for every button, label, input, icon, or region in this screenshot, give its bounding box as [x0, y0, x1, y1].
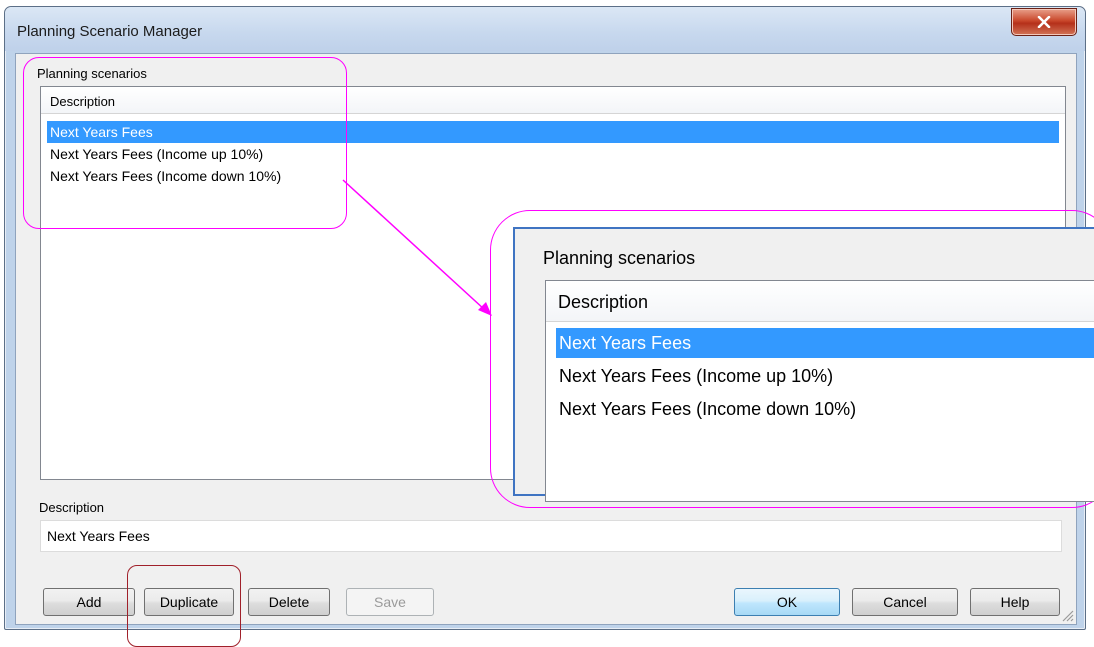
cancel-button[interactable]: Cancel	[852, 588, 958, 616]
duplicate-highlight	[127, 565, 241, 647]
close-button[interactable]	[1011, 8, 1077, 36]
zoomed-list-item: Next Years Fees (Income up 10%)	[559, 366, 834, 386]
zoomed-planning-scenarios-label: Planning scenarios	[543, 248, 696, 268]
title-bar[interactable]: Planning Scenario Manager	[5, 7, 1085, 51]
delete-button[interactable]: Delete	[248, 588, 330, 616]
window-title: Planning Scenario Manager	[17, 23, 203, 40]
zoomed-list-item: Next Years Fees	[556, 328, 1094, 358]
add-button[interactable]: Add	[43, 588, 135, 616]
zoomed-list-header: Description	[546, 281, 1094, 322]
description-field[interactable]: Next Years Fees	[40, 520, 1062, 552]
zoomed-list-item: Next Years Fees (Income down 10%)	[559, 399, 857, 419]
zoomed-scenario-list: Description Next Years Fees Next Years F…	[545, 280, 1094, 502]
ok-button[interactable]: OK	[734, 588, 840, 616]
resize-grip-icon[interactable]	[1060, 608, 1074, 622]
save-button[interactable]: Save	[346, 588, 434, 616]
close-icon	[1037, 16, 1051, 28]
description-label: Description	[39, 500, 105, 515]
zoomed-scenario-panel: Planning scenarios Description Next Year…	[513, 227, 1094, 502]
highlight-callout	[23, 57, 347, 229]
help-button[interactable]: Help	[970, 588, 1060, 616]
